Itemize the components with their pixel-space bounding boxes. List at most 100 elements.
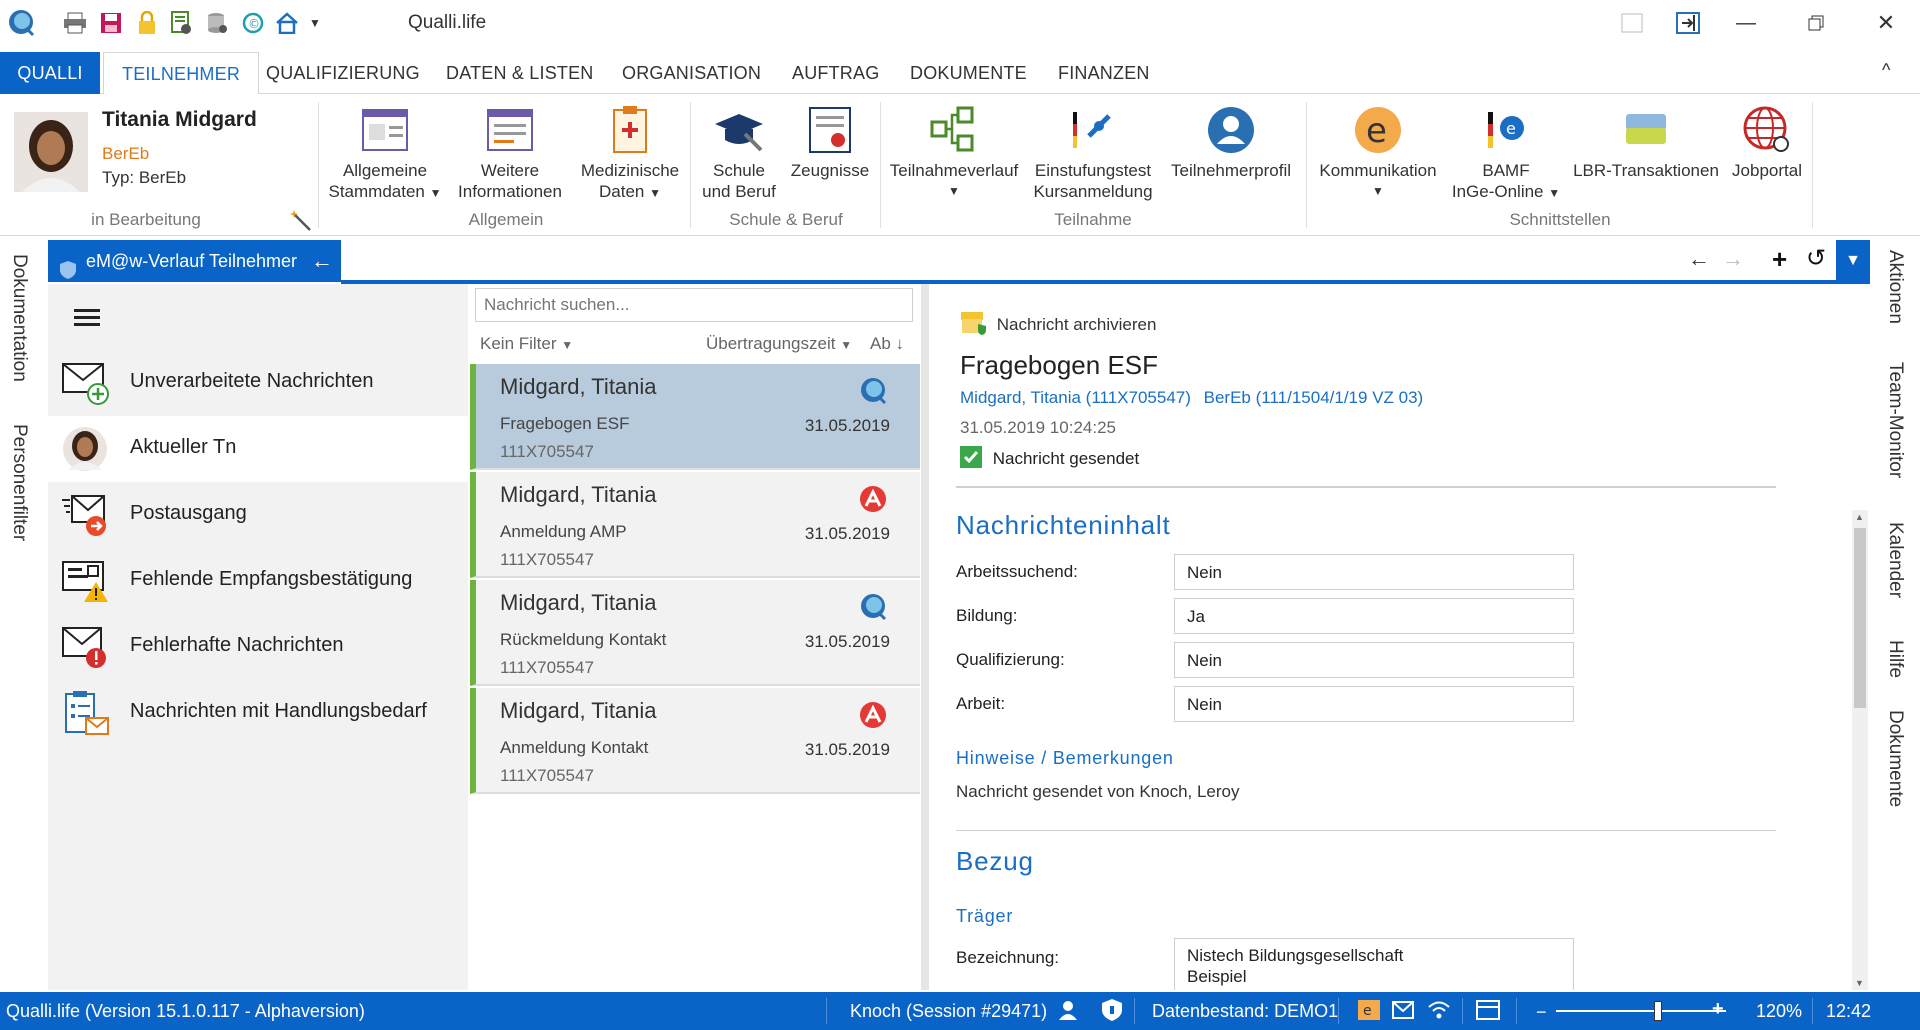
zeugnisse-button[interactable]: Zeugnisse: [784, 104, 876, 181]
bamf-icon: e: [1480, 104, 1532, 156]
database-icon[interactable]: [202, 8, 232, 38]
mail-icon[interactable]: [1392, 1001, 1414, 1024]
home-icon[interactable]: [272, 8, 302, 38]
tab-organisation[interactable]: ORGANISATION: [604, 52, 779, 94]
e-kommunikation-icon[interactable]: e: [1358, 1000, 1380, 1025]
hamburger-menu-icon[interactable]: [74, 308, 100, 333]
lock-icon[interactable]: [132, 8, 162, 38]
medizinische-daten-button[interactable]: Medizinische Daten ▼: [574, 104, 686, 204]
customize-dropdown-icon[interactable]: ▼: [300, 8, 330, 38]
group-schnittstellen-label: Schnittstellen: [1509, 210, 1611, 229]
wand-icon[interactable]: [290, 210, 314, 237]
participant-name: Titania Midgard: [102, 108, 257, 131]
nav-item-fehlende-bestaetigung[interactable]: Fehlende Empfangsbestätigung: [48, 548, 468, 614]
teilnehmerprofil-button[interactable]: Teilnehmerprofil: [1160, 104, 1302, 181]
group-schule-label: Schule & Beruf: [729, 210, 843, 229]
zoom-slider-thumb[interactable]: [1654, 1001, 1662, 1021]
tab-teilnehmer[interactable]: TEILNEHMER: [103, 52, 260, 95]
panel-menu-dropdown-icon[interactable]: ▼: [1836, 240, 1870, 282]
tab-qualli[interactable]: QUALLI: [0, 52, 100, 94]
scroll-down-icon[interactable]: ▼: [1855, 978, 1864, 988]
side-tab-personenfilter[interactable]: Personenfilter: [8, 424, 30, 541]
nav-item-fehlerhafte[interactable]: Fehlerhafte Nachrichten: [48, 614, 468, 680]
flag-satellite-icon: [1067, 104, 1119, 156]
zoom-out-icon[interactable]: −: [1536, 1002, 1547, 1023]
participant-org: BerEb: [102, 144, 150, 163]
tab-qualifizierung[interactable]: QUALIFIZIERUNG: [248, 52, 438, 94]
save-icon[interactable]: [96, 8, 126, 38]
course-link[interactable]: BerEb (111/1504/1/19 VZ 03): [1204, 388, 1424, 407]
scroll-up-icon[interactable]: ▲: [1855, 512, 1864, 522]
flow-chart-icon: [928, 104, 980, 156]
detail-scrollbar[interactable]: ▲ ▼: [1852, 510, 1868, 990]
side-tab-hilfe[interactable]: Hilfe: [1884, 640, 1906, 678]
e-communication-icon: e: [1352, 104, 1404, 156]
kommunikation-button[interactable]: e Kommunikation ▼: [1310, 104, 1446, 202]
session-text: Knoch (Session #29471): [850, 1001, 1048, 1021]
close-button[interactable]: ✕: [1866, 8, 1906, 38]
message-list-item[interactable]: Midgard, Titania Anmeldung Kontakt 31.05…: [470, 688, 920, 794]
collapse-ribbon-icon[interactable]: ^: [1882, 60, 1890, 81]
lbr-transaktionen-button[interactable]: LBR-Transaktionen: [1566, 104, 1726, 181]
tab-dokumente[interactable]: DOKUMENTE: [892, 52, 1045, 94]
panel-splitter[interactable]: [921, 284, 929, 990]
nav-item-aktueller-tn[interactable]: Aktueller Tn: [48, 416, 468, 482]
zoom-in-icon[interactable]: +: [1712, 998, 1724, 1021]
left-side-bar: Dokumentation Personenfilter: [0, 238, 48, 990]
schule-und-beruf-button[interactable]: Schule und Beruf: [696, 104, 782, 202]
dock-icon[interactable]: [1668, 8, 1708, 38]
archive-button[interactable]: Nachricht archivieren: [960, 310, 1156, 341]
message-status: Nachricht gesendet: [960, 446, 1139, 473]
bamf-inge-online-button[interactable]: e BAMF InGe-Online ▼: [1446, 104, 1566, 204]
restore-button[interactable]: [1796, 8, 1836, 38]
reload-icon[interactable]: ↺: [1806, 244, 1826, 286]
nav-item-postausgang[interactable]: Postausgang: [48, 482, 468, 548]
message-list-item[interactable]: Midgard, Titania Fragebogen ESF 31.05.20…: [470, 364, 920, 470]
message-search-input[interactable]: [475, 288, 913, 322]
participant-avatar-icon: [62, 426, 110, 472]
side-tab-kalender[interactable]: Kalender: [1884, 522, 1906, 598]
message-list-item[interactable]: Midgard, Titania Rückmeldung Kontakt 31.…: [470, 580, 920, 686]
side-tab-dokumentation[interactable]: Dokumentation: [8, 254, 30, 382]
teilnahmeverlauf-button[interactable]: Teilnahmeverlauf ▼: [884, 104, 1024, 202]
print-icon[interactable]: [60, 8, 90, 38]
tab-finanzen[interactable]: FINANZEN: [1040, 52, 1168, 94]
allgemeine-stammdaten-button[interactable]: Allgemeine Stammdaten ▼: [326, 104, 444, 204]
scrollbar-thumb[interactable]: [1854, 528, 1866, 708]
report-icon[interactable]: [166, 8, 196, 38]
svg-text:©: ©: [248, 17, 260, 31]
history-back-icon[interactable]: ←: [1688, 246, 1710, 288]
user-icon[interactable]: [1058, 1000, 1078, 1025]
qualli-icon: [858, 376, 888, 406]
zoom-slider-track[interactable]: [1556, 1001, 1726, 1021]
sort-field-dropdown[interactable]: Übertragungszeit ▼: [706, 334, 852, 354]
security-shield-icon[interactable]: [1102, 999, 1122, 1026]
history-forward-icon[interactable]: →: [1722, 246, 1744, 288]
message-list-item[interactable]: Midgard, Titania Anmeldung AMP 31.05.201…: [470, 472, 920, 578]
side-tab-aktionen[interactable]: Aktionen: [1884, 250, 1906, 324]
nav-item-handlungsbedarf[interactable]: Nachrichten mit Handlungsbedarf: [48, 680, 468, 746]
filter-dropdown[interactable]: Kein Filter ▼: [480, 334, 573, 354]
field-arbeit: Nein: [1174, 686, 1574, 722]
section-traeger: Träger: [956, 906, 1014, 926]
participant-link[interactable]: Midgard, Titania (111X705547): [960, 388, 1191, 407]
sort-order-toggle[interactable]: Ab ↓: [870, 334, 904, 354]
tab-daten-listen[interactable]: DATEN & LISTEN: [428, 52, 612, 94]
wifi-icon[interactable]: [1428, 1000, 1450, 1025]
nav-item-unverarbeitete[interactable]: Unverarbeitete Nachrichten: [48, 350, 468, 416]
tab-auftrag[interactable]: AUFTRAG: [774, 52, 897, 94]
add-icon[interactable]: +: [1772, 244, 1787, 286]
graduation-cap-icon: [713, 104, 765, 156]
side-tab-team-monitor[interactable]: Team-Monitor: [1884, 362, 1906, 478]
side-tab-dokumente[interactable]: Dokumente: [1884, 710, 1906, 807]
checkmark-icon: [960, 446, 982, 473]
back-arrow-icon[interactable]: ←: [311, 240, 333, 282]
qualli-logo-icon[interactable]: [6, 8, 36, 38]
minimize-button[interactable]: —: [1726, 8, 1766, 38]
jobportal-button[interactable]: Jobportal: [1724, 104, 1810, 181]
einstufungstest-button[interactable]: Einstufungstest Kursanmeldung: [1028, 104, 1158, 202]
weitere-informationen-button[interactable]: Weitere Informationen: [450, 104, 570, 202]
panel-toggle-icon[interactable]: [1612, 8, 1652, 38]
layout-icon[interactable]: [1476, 1000, 1500, 1025]
refresh-icon[interactable]: ©: [238, 8, 268, 38]
